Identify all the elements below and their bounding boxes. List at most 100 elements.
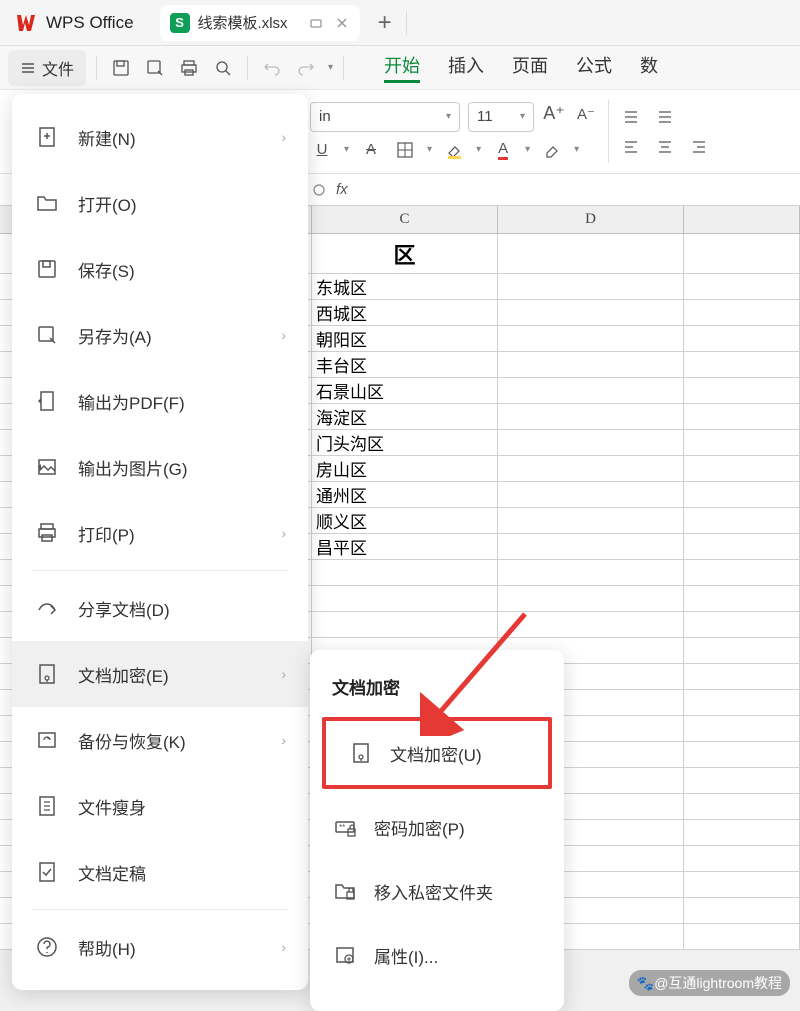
cell[interactable] xyxy=(684,482,800,507)
menu-backup[interactable]: 备份与恢复(K) › xyxy=(12,707,308,773)
cell[interactable] xyxy=(498,482,684,507)
cell[interactable] xyxy=(684,586,800,611)
tab-formula[interactable]: 公式 xyxy=(576,52,612,83)
cell[interactable] xyxy=(498,456,684,481)
col-header-c[interactable]: C xyxy=(312,206,498,233)
cell[interactable] xyxy=(498,508,684,533)
menu-encrypt[interactable]: 文档加密(E) › xyxy=(12,641,308,707)
menu-export-pdf[interactable]: 输出为PDF(F) xyxy=(12,368,308,434)
cell[interactable] xyxy=(684,742,800,767)
cell[interactable] xyxy=(684,326,800,351)
redo-icon[interactable] xyxy=(292,54,320,82)
cell[interactable] xyxy=(498,404,684,429)
menu-print[interactable]: 打印(P) › xyxy=(12,500,308,566)
submenu-properties[interactable]: 属性(I)... xyxy=(310,923,564,987)
menu-finalize[interactable]: 文档定稿 xyxy=(12,839,308,905)
cell[interactable] xyxy=(684,378,800,403)
preview-icon[interactable] xyxy=(209,54,237,82)
header-cell-e[interactable] xyxy=(684,234,800,273)
cell[interactable] xyxy=(312,586,498,611)
cell[interactable] xyxy=(684,352,800,377)
close-tab-icon[interactable] xyxy=(334,15,350,31)
cell[interactable] xyxy=(684,924,800,949)
cell[interactable]: 昌平区 xyxy=(312,534,498,559)
cell[interactable] xyxy=(684,274,800,299)
menu-open[interactable]: 打开(O) xyxy=(12,170,308,236)
cell[interactable]: 门头沟区 xyxy=(312,430,498,455)
cell[interactable]: 顺义区 xyxy=(312,508,498,533)
cell[interactable]: 朝阳区 xyxy=(312,326,498,351)
cell[interactable]: 东城区 xyxy=(312,274,498,299)
menu-save[interactable]: 保存(S) xyxy=(12,236,308,302)
header-cell-c[interactable]: 区 xyxy=(312,234,498,273)
chevron-down-icon[interactable]: ▾ xyxy=(328,62,333,73)
cell[interactable] xyxy=(498,534,684,559)
align-center-icon[interactable] xyxy=(653,135,677,159)
col-header-d[interactable]: D xyxy=(498,206,684,233)
cell[interactable] xyxy=(684,508,800,533)
menu-saveas[interactable]: 另存为(A) › xyxy=(12,302,308,368)
cell[interactable] xyxy=(498,352,684,377)
cell[interactable] xyxy=(684,638,800,663)
file-menu-button[interactable]: 文件 xyxy=(8,50,86,86)
cell[interactable] xyxy=(312,560,498,585)
header-cell-d[interactable] xyxy=(498,234,684,273)
tab-data[interactable]: 数 xyxy=(640,52,658,83)
cell[interactable] xyxy=(498,378,684,403)
submenu-password[interactable]: ** 密码加密(P) xyxy=(310,795,564,859)
tab-insert[interactable]: 插入 xyxy=(448,52,484,83)
align-right-icon[interactable] xyxy=(687,135,711,159)
cell[interactable]: 丰台区 xyxy=(312,352,498,377)
cell[interactable]: 石景山区 xyxy=(312,378,498,403)
cell[interactable] xyxy=(312,612,498,637)
cell[interactable] xyxy=(498,560,684,585)
tab-start[interactable]: 开始 xyxy=(384,52,420,83)
align-middle-icon[interactable] xyxy=(653,105,677,129)
save-as-icon[interactable] xyxy=(141,54,169,82)
cell[interactable]: 海淀区 xyxy=(312,404,498,429)
document-tab[interactable]: S 线索模板.xlsx xyxy=(160,5,360,41)
fill-color-icon[interactable] xyxy=(442,138,466,162)
print-icon[interactable] xyxy=(175,54,203,82)
cell[interactable] xyxy=(498,326,684,351)
cell[interactable] xyxy=(684,898,800,923)
cell[interactable]: 西城区 xyxy=(312,300,498,325)
new-tab-button[interactable]: + xyxy=(378,9,392,37)
cell[interactable]: 房山区 xyxy=(312,456,498,481)
cell[interactable] xyxy=(684,690,800,715)
eraser-icon[interactable] xyxy=(540,138,564,162)
border-icon[interactable] xyxy=(393,138,417,162)
cell[interactable] xyxy=(684,794,800,819)
cell[interactable] xyxy=(684,300,800,325)
undo-icon[interactable] xyxy=(258,54,286,82)
cell[interactable] xyxy=(684,612,800,637)
cell[interactable] xyxy=(684,872,800,897)
expand-icon[interactable] xyxy=(312,183,326,197)
cell[interactable] xyxy=(498,430,684,455)
tab-page[interactable]: 页面 xyxy=(512,52,548,83)
cell[interactable] xyxy=(684,430,800,455)
decrease-font-icon[interactable]: A⁻ xyxy=(574,102,598,126)
increase-font-icon[interactable]: A⁺ xyxy=(542,102,566,126)
cell[interactable]: 通州区 xyxy=(312,482,498,507)
font-family-combo[interactable]: in▾ xyxy=(310,102,460,132)
cell[interactable] xyxy=(684,820,800,845)
menu-export-img[interactable]: 输出为图片(G) xyxy=(12,434,308,500)
menu-slim[interactable]: 文件瘦身 xyxy=(12,773,308,839)
font-color-icon[interactable]: A xyxy=(491,138,515,162)
submenu-private[interactable]: 移入私密文件夹 xyxy=(310,859,564,923)
strikethrough-icon[interactable]: A xyxy=(359,138,383,162)
cell[interactable] xyxy=(498,612,684,637)
menu-help[interactable]: 帮助(H) › xyxy=(12,914,308,980)
cell[interactable] xyxy=(498,300,684,325)
cell[interactable] xyxy=(684,404,800,429)
underline-icon[interactable]: U xyxy=(310,138,334,162)
font-size-combo[interactable]: 11▾ xyxy=(468,102,534,132)
save-icon[interactable] xyxy=(107,54,135,82)
cell[interactable] xyxy=(498,586,684,611)
align-left-icon[interactable] xyxy=(619,135,643,159)
menu-new[interactable]: 新建(N) › xyxy=(12,104,308,170)
cell[interactable] xyxy=(684,768,800,793)
cell[interactable] xyxy=(498,274,684,299)
cell[interactable] xyxy=(684,716,800,741)
